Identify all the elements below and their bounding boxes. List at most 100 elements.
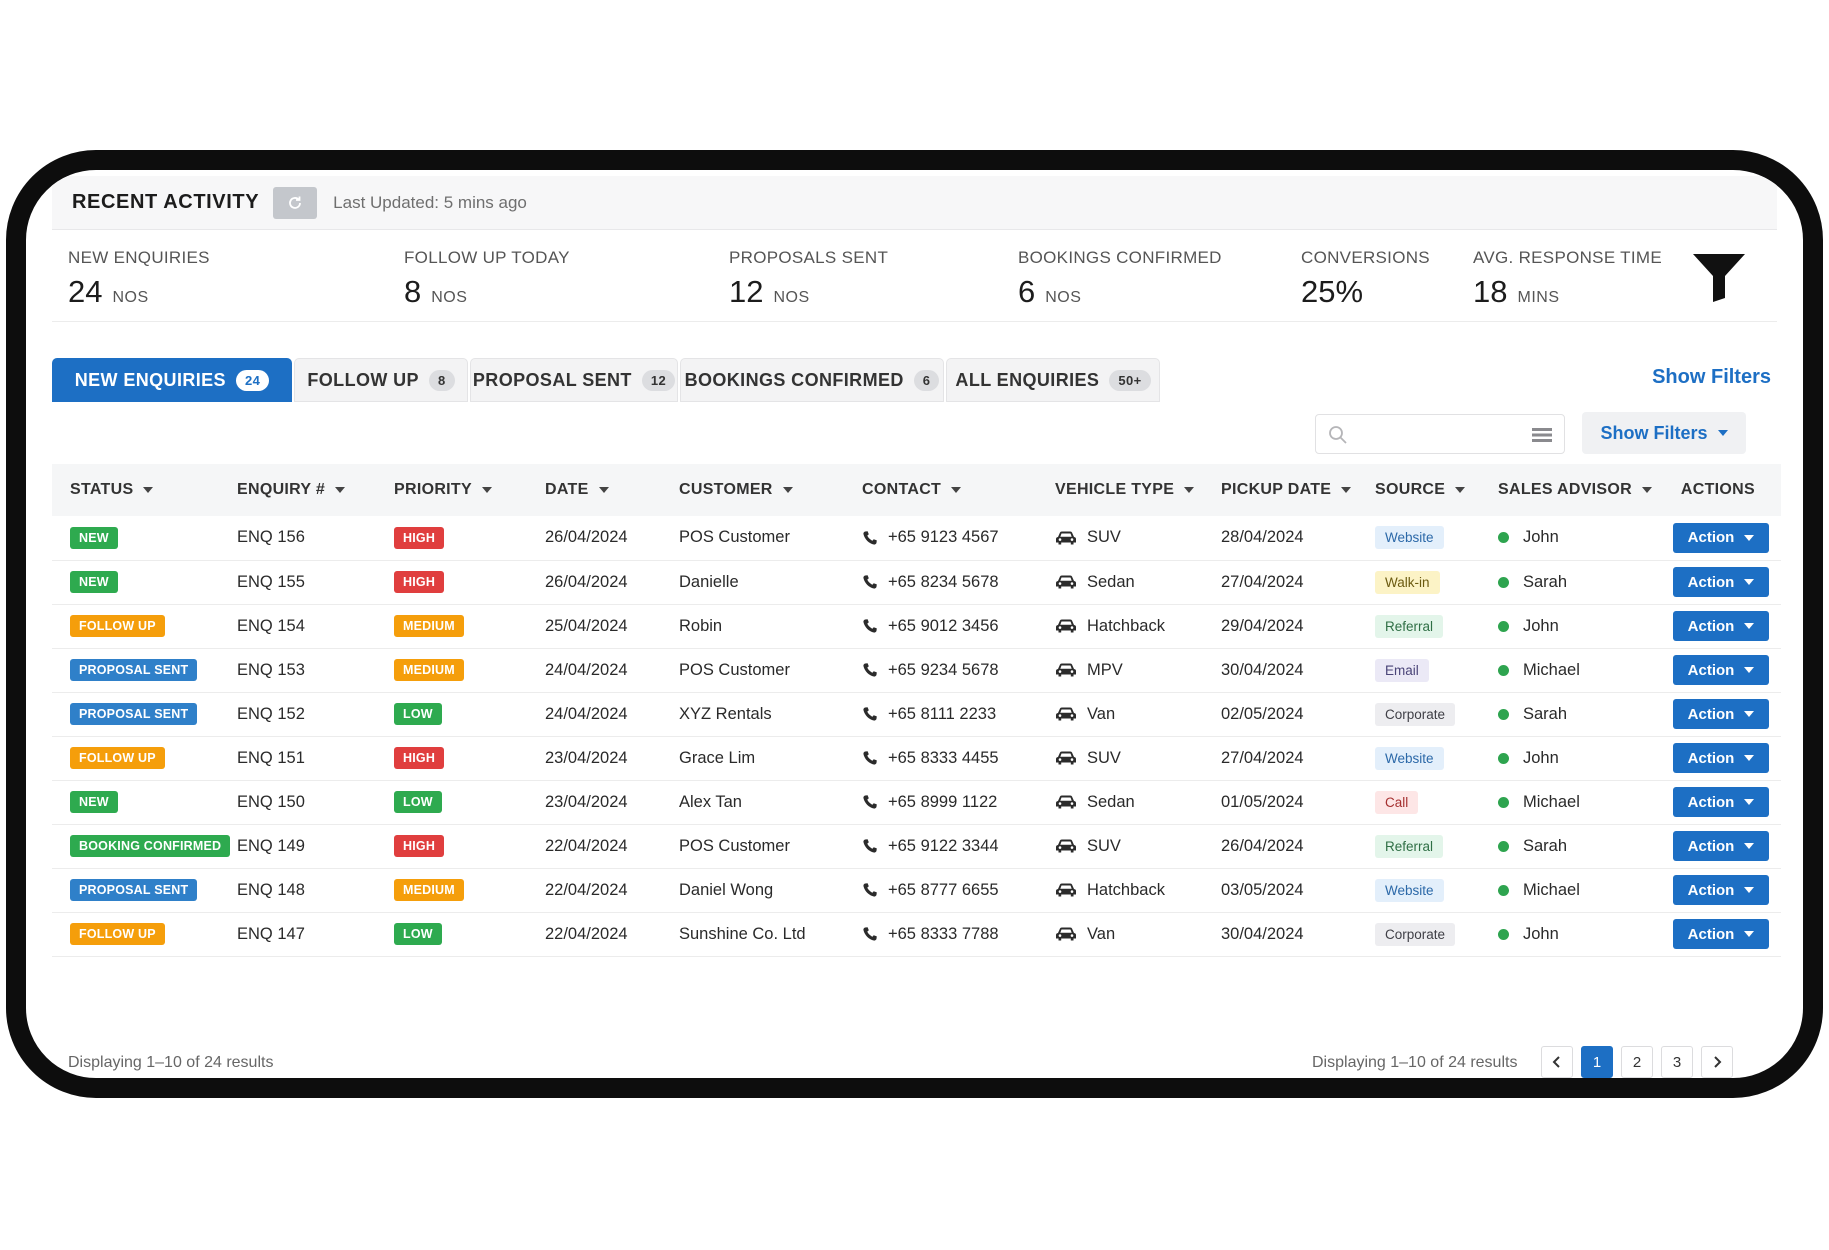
action-dropdown-button[interactable]: Action bbox=[1673, 831, 1769, 861]
enquiry-date: 26/04/2024 bbox=[545, 528, 628, 547]
car-icon bbox=[1056, 751, 1076, 765]
results-summary-left: Displaying 1–10 of 24 results bbox=[68, 1054, 274, 1071]
tab-bookings-confirmed[interactable]: BOOKINGS CONFIRMED 6 bbox=[680, 358, 944, 402]
phone-icon bbox=[863, 619, 877, 633]
sort-caret-icon bbox=[598, 486, 609, 493]
status-cell: FOLLOW UP bbox=[52, 912, 219, 956]
table-row[interactable]: FOLLOW UP ENQ 147 LOW 22/04/2024 Sunshine Co… bbox=[52, 912, 1781, 956]
action-dropdown-button[interactable]: Action bbox=[1673, 611, 1769, 641]
page-button-2[interactable]: 2 bbox=[1621, 1046, 1653, 1078]
page-button-3[interactable]: 3 bbox=[1661, 1046, 1693, 1078]
advisor-cell: John bbox=[1480, 912, 1651, 956]
page-button-1[interactable]: 1 bbox=[1581, 1046, 1613, 1078]
contact-phone: +65 9234 5678 bbox=[888, 660, 999, 679]
column-header-enquiry[interactable]: ENQUIRY # bbox=[219, 464, 376, 516]
action-dropdown-button[interactable]: Action bbox=[1673, 522, 1769, 553]
table-row[interactable]: FOLLOW UP ENQ 151 HIGH 23/04/2024 Grace Lim +… bbox=[52, 736, 1781, 780]
enquiry-date: 23/04/2024 bbox=[545, 748, 628, 767]
stat-bookings-confirmed: BOOKINGS CONFIRMED 6 NOS bbox=[1018, 248, 1222, 310]
source-tag: Website bbox=[1375, 526, 1444, 550]
column-header-sales-advisor[interactable]: SALES ADVISOR bbox=[1480, 464, 1652, 516]
action-dropdown-button[interactable]: Action bbox=[1673, 743, 1769, 773]
chevron-down-icon bbox=[1744, 755, 1755, 761]
customer-name: Robin bbox=[679, 616, 723, 635]
source-tag: Walk-in bbox=[1375, 570, 1440, 594]
column-header-priority[interactable]: PRIORITY bbox=[376, 464, 527, 516]
stat-unit: NOS bbox=[112, 289, 149, 306]
stat-value: 18 bbox=[1473, 274, 1508, 309]
table-row[interactable]: NEW ENQ 156 HIGH 26/04/2024 POS Customer +65 … bbox=[52, 516, 1781, 560]
stat-value: 12 bbox=[729, 274, 764, 309]
chevron-down-icon bbox=[1744, 667, 1755, 673]
enquiry-date: 22/04/2024 bbox=[545, 924, 628, 943]
action-dropdown-button[interactable]: Action bbox=[1673, 919, 1769, 949]
search-icon bbox=[1329, 426, 1347, 444]
tab-label: NEW ENQUIRIES bbox=[74, 369, 226, 390]
tab-count-badge: 8 bbox=[428, 369, 455, 391]
stat-label: AVG. RESPONSE TIME bbox=[1473, 248, 1662, 267]
table-footer: Displaying 1–10 of 24 results Displaying… bbox=[52, 1044, 1777, 1078]
action-dropdown-button[interactable]: Action bbox=[1673, 567, 1769, 597]
search-input[interactable] bbox=[1315, 414, 1565, 454]
action-dropdown-button[interactable]: Action bbox=[1673, 699, 1769, 729]
status-cell: FOLLOW UP bbox=[52, 736, 219, 780]
contact-phone: +65 8333 4455 bbox=[888, 748, 999, 767]
status-badge: NEW bbox=[70, 526, 118, 549]
prev-page-button[interactable] bbox=[1541, 1046, 1573, 1078]
pickup-date: 02/05/2024 bbox=[1221, 704, 1304, 723]
refresh-button[interactable] bbox=[273, 186, 318, 219]
contact-phone: +65 9123 4567 bbox=[888, 528, 999, 547]
vehicle-cell: Hatchback bbox=[1037, 604, 1203, 648]
action-dropdown-button[interactable]: Action bbox=[1673, 875, 1769, 905]
actions-cell: Action bbox=[1651, 560, 1781, 604]
sales-advisor-name: John bbox=[1523, 528, 1559, 547]
column-header-date[interactable]: DATE bbox=[527, 464, 661, 516]
status-badge: PROPOSAL SENT bbox=[70, 659, 198, 681]
tab-proposal-sent[interactable]: PROPOSAL SENT 12 bbox=[470, 358, 678, 402]
table-row[interactable]: PROPOSAL SENT ENQ 152 LOW 24/04/2024 XYZ Ren… bbox=[52, 692, 1781, 736]
source-cell: Referral bbox=[1357, 604, 1480, 648]
status-badge: FOLLOW UP bbox=[70, 615, 165, 637]
table-header-row: STATUS ENQUIRY # PRIORITY DATE CUSTOMER … bbox=[52, 464, 1781, 516]
tab-count-badge: 50+ bbox=[1109, 369, 1151, 391]
contact-phone: +65 8111 2233 bbox=[888, 704, 997, 723]
show-filters-link[interactable]: Show Filters bbox=[1652, 366, 1771, 389]
list-view-icon[interactable] bbox=[1532, 427, 1552, 443]
contact-cell: +65 8111 2233 bbox=[844, 692, 1037, 736]
table-row[interactable]: BOOKING CONFIRMED ENQ 149 HIGH 22/04/2024 PO… bbox=[52, 824, 1781, 868]
column-header-customer[interactable]: CUSTOMER bbox=[661, 464, 844, 516]
vehicle-type: Hatchback bbox=[1087, 880, 1165, 899]
column-header-contact[interactable]: CONTACT bbox=[844, 464, 1037, 516]
column-header-vehicle-type[interactable]: VEHICLE TYPE bbox=[1037, 464, 1203, 516]
enquiry-number: ENQ 155 bbox=[237, 572, 305, 591]
contact-cell: +65 8777 6655 bbox=[844, 868, 1037, 912]
action-label: Action bbox=[1687, 573, 1735, 591]
table-row[interactable]: PROPOSAL SENT ENQ 153 MEDIUM 24/04/2024 POS … bbox=[52, 648, 1781, 692]
enquiry-number: ENQ 152 bbox=[237, 704, 305, 723]
action-dropdown-button[interactable]: Action bbox=[1673, 787, 1769, 817]
tab-follow-up[interactable]: FOLLOW UP 8 bbox=[294, 358, 468, 402]
tab-all-enquiries[interactable]: ALL ENQUIRIES 50+ bbox=[946, 358, 1160, 402]
table-row[interactable]: PROPOSAL SENT ENQ 148 MEDIUM 22/04/2024 Dani… bbox=[52, 868, 1781, 912]
show-filters-button[interactable]: Show Filters bbox=[1582, 412, 1746, 454]
vehicle-cell: Hatchback bbox=[1037, 868, 1203, 912]
filter-funnel-icon[interactable] bbox=[1691, 252, 1747, 309]
source-cell: Website bbox=[1357, 736, 1480, 780]
customer-name: Alex Tan bbox=[679, 792, 742, 811]
tab-new-enquiries[interactable]: NEW ENQUIRIES 24 bbox=[52, 358, 292, 402]
table-row[interactable]: FOLLOW UP ENQ 154 MEDIUM 25/04/2024 Robin +65… bbox=[52, 604, 1781, 648]
chevron-down-icon bbox=[1744, 534, 1755, 541]
table-row[interactable]: NEW ENQ 150 LOW 23/04/2024 Alex Tan +65 8999 … bbox=[52, 780, 1781, 824]
table-row[interactable]: NEW ENQ 155 HIGH 26/04/2024 Danielle +65 8234… bbox=[52, 560, 1781, 604]
action-dropdown-button[interactable]: Action bbox=[1673, 655, 1769, 685]
next-page-button[interactable] bbox=[1701, 1046, 1733, 1078]
enquiry-number: ENQ 156 bbox=[237, 528, 305, 547]
contact-cell: +65 9012 3456 bbox=[844, 604, 1037, 648]
priority-badge: MEDIUM bbox=[394, 879, 464, 901]
last-updated-text: Last Updated: 5 mins ago bbox=[333, 192, 527, 212]
column-header-status[interactable]: STATUS bbox=[52, 464, 219, 516]
stat-unit: NOS bbox=[773, 289, 810, 306]
column-header-source[interactable]: SOURCE bbox=[1357, 464, 1480, 516]
column-header-pickup-date[interactable]: PICKUP DATE bbox=[1203, 464, 1357, 516]
stat-label: PROPOSALS SENT bbox=[729, 248, 889, 267]
